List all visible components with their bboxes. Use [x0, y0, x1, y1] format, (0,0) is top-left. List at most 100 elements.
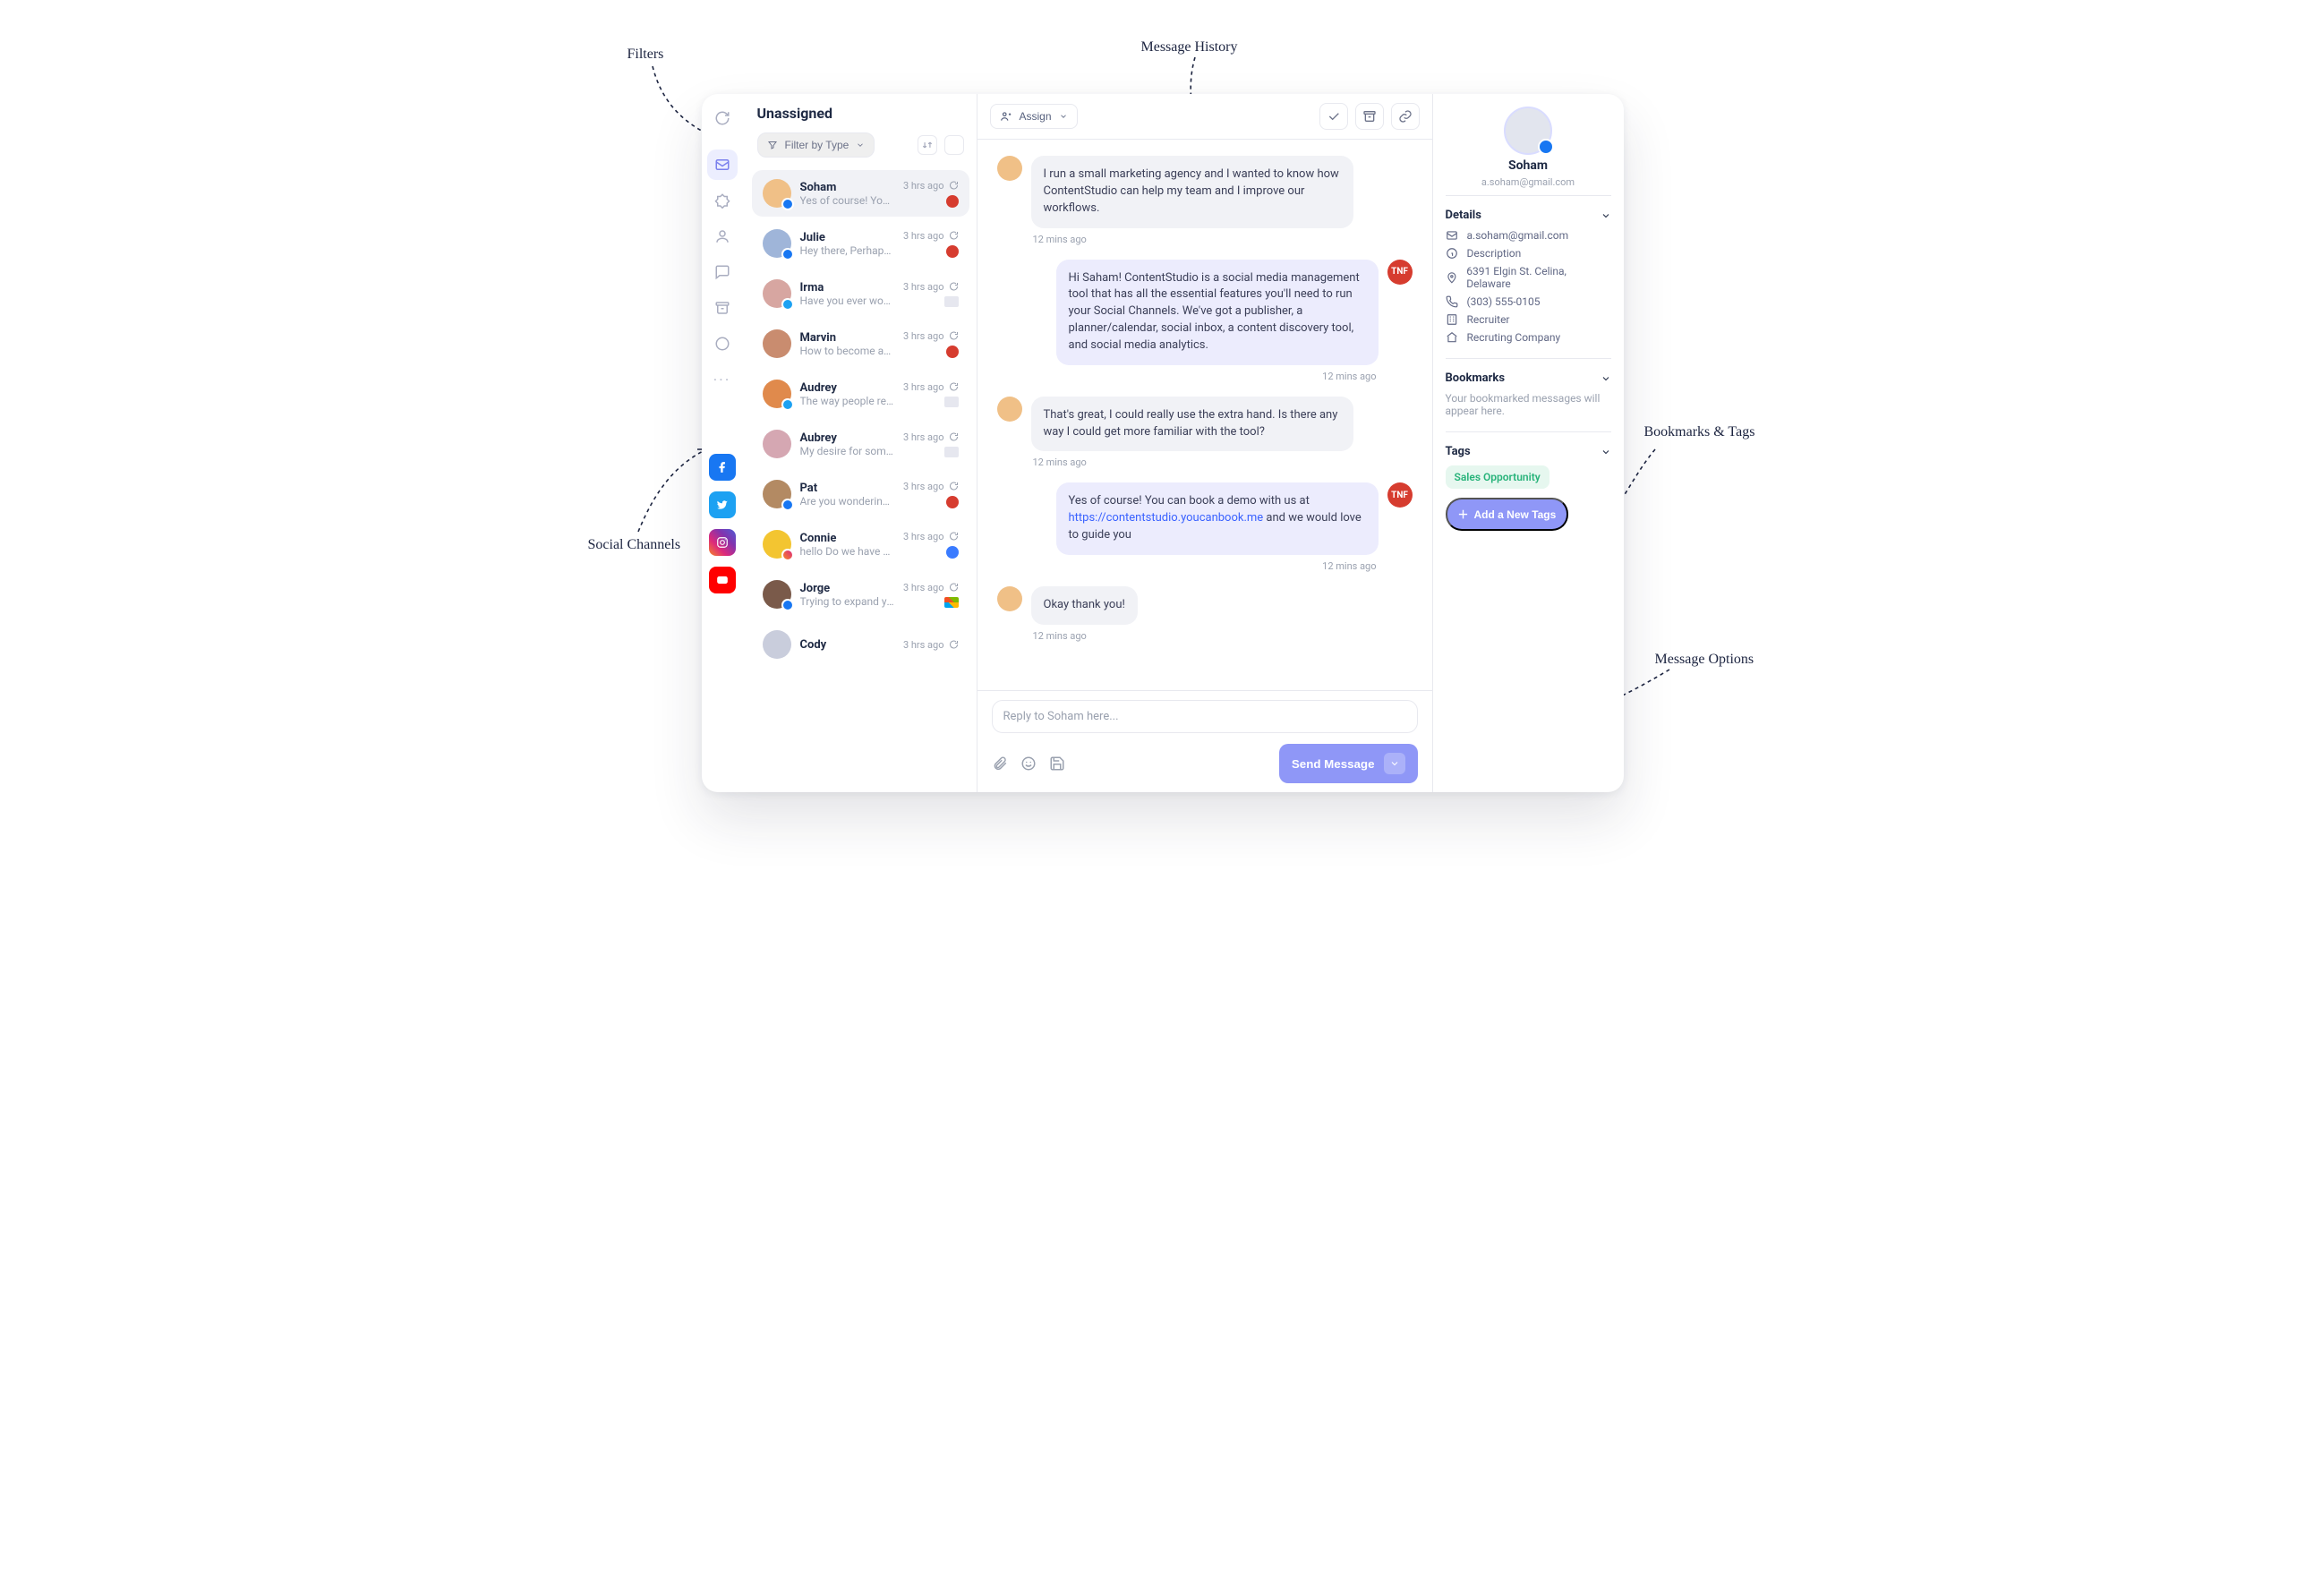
tw-badge-icon [781, 398, 794, 411]
brand-icon [946, 195, 959, 208]
details-panel: Soham a.soham@gmail.com Details a.soham@… [1432, 94, 1624, 792]
instagram-channel-icon[interactable] [709, 529, 736, 556]
save-draft-icon[interactable] [1049, 755, 1065, 772]
annotation-bookmarks: Bookmarks & Tags [1644, 424, 1755, 440]
chevron-down-icon[interactable] [1601, 447, 1611, 457]
brand-icon [946, 346, 959, 358]
send-message-button[interactable]: Send Message [1279, 744, 1418, 783]
conversation-time: 3 hrs ago [903, 230, 959, 242]
brand-icon [946, 245, 959, 258]
bookmarks-empty: Your bookmarked messages will appear her… [1446, 392, 1611, 417]
brand-icon [944, 296, 959, 307]
nav-archive[interactable] [707, 293, 738, 323]
conversation-type-icon [948, 639, 959, 650]
nav-comments[interactable] [707, 257, 738, 287]
conversation-type-icon [948, 531, 959, 542]
sender-avatar [997, 156, 1022, 181]
conversation-preview: Yes of course! You can book... [800, 194, 894, 207]
ig-badge-icon [781, 549, 794, 561]
avatar [763, 630, 791, 659]
conversation-name: Marvin [800, 331, 894, 345]
conversation-item[interactable]: IrmaHave you ever wondered3 hrs ago [752, 270, 969, 317]
message-row: TNFYes of course! You can book a demo wi… [997, 482, 1413, 555]
message-row: That's great, I could really use the ext… [997, 397, 1413, 452]
message-row: Okay thank you! [997, 586, 1413, 625]
home-icon [1446, 331, 1458, 344]
fb-badge-icon [781, 499, 794, 511]
nav-inbox[interactable] [707, 149, 738, 180]
thread-toolbar: Assign [977, 94, 1432, 140]
avatar [763, 179, 791, 208]
conversation-item[interactable]: JulieHey there, Perhaps I could i... 3 hr… [752, 220, 969, 267]
brand-icon [944, 397, 959, 407]
message-timestamp: 12 mins ago [1033, 234, 1413, 245]
brand-icon [946, 546, 959, 559]
add-tag-button[interactable]: ＋ Add a New Tags [1446, 498, 1569, 531]
conversation-preview: The way people reason th [800, 395, 894, 407]
details-phone: (303) 555-0105 [1446, 295, 1611, 308]
conversation-item[interactable]: Cody3 hrs ago [752, 621, 969, 668]
details-description: Description [1446, 247, 1611, 260]
annotation-options: Message Options [1655, 652, 1754, 668]
conversation-item[interactable]: MarvinHow to become an efficie3 hrs ago [752, 320, 969, 367]
nav-people[interactable] [707, 221, 738, 252]
avatar [763, 580, 791, 609]
conversation-time: 3 hrs ago [903, 481, 959, 492]
facebook-badge-icon [1538, 139, 1554, 155]
details-address: 6391 Elgin St. Celina, Delaware [1446, 265, 1611, 290]
nav-rail: ··· [702, 94, 745, 792]
avatar [763, 279, 791, 308]
filter-by-type-button[interactable]: Filter by Type [757, 132, 875, 158]
details-title: Details [1446, 209, 1481, 222]
nav-more[interactable]: ··· [707, 364, 738, 395]
archive-button[interactable] [1355, 103, 1384, 130]
message-thread: Assign I run a small marketing agency an… [977, 94, 1432, 792]
conversation-time: 3 hrs ago [903, 431, 959, 443]
details-section: Details a.soham@gmail.com Description 63… [1446, 195, 1611, 358]
tags-title: Tags [1446, 445, 1471, 458]
reply-input[interactable]: Reply to Soham here... [992, 700, 1418, 733]
conversation-items: SohamYes of course! You can book...3 hrs… [745, 166, 977, 792]
conversation-item[interactable]: AudreyThe way people reason th3 hrs ago [752, 371, 969, 417]
archive-icon [1362, 109, 1377, 124]
conversation-time: 3 hrs ago [903, 180, 959, 192]
details-email: a.soham@gmail.com [1446, 229, 1611, 242]
twitter-channel-icon[interactable] [709, 491, 736, 518]
check-icon [1327, 109, 1341, 124]
conversation-item[interactable]: AubreyMy desire for something3 hrs ago [752, 421, 969, 467]
phone-icon [1446, 295, 1458, 308]
sort-button[interactable] [918, 135, 937, 155]
nav-prospects[interactable] [707, 185, 738, 216]
conversation-name: Pat [800, 482, 894, 495]
conversation-item[interactable]: JorgeTrying to expand your bus3 hrs ago [752, 571, 969, 618]
tag-chip[interactable]: Sales Opportunity [1446, 465, 1549, 489]
conversation-item[interactable]: SohamYes of course! You can book...3 hrs… [752, 170, 969, 217]
conversation-item[interactable]: PatAre you wondering how3 hrs ago [752, 471, 969, 517]
youtube-channel-icon[interactable] [709, 567, 736, 593]
social-channels [709, 454, 736, 593]
conversation-time: 3 hrs ago [903, 582, 959, 593]
conversation-preview: Hey there, Perhaps I could i... [800, 244, 894, 257]
assign-button[interactable]: Assign [990, 104, 1078, 129]
conversation-time: 3 hrs ago [903, 639, 959, 651]
refresh-icon[interactable] [707, 103, 738, 133]
conversation-type-icon [948, 180, 959, 191]
select-all-checkbox[interactable] [944, 135, 964, 155]
conversation-type-icon [948, 431, 959, 442]
chevron-down-icon[interactable] [1601, 373, 1611, 384]
message-bubble: I run a small marketing agency and I wan… [1031, 156, 1353, 228]
emoji-icon[interactable] [1020, 755, 1037, 772]
attachment-icon[interactable] [992, 755, 1008, 772]
conversation-item[interactable]: Conniehello Do we have any update h...3 … [752, 521, 969, 568]
send-split-icon[interactable] [1384, 753, 1405, 774]
link-button[interactable] [1391, 103, 1420, 130]
nav-chat[interactable] [707, 329, 738, 359]
avatar [763, 380, 791, 408]
send-label: Send Message [1292, 757, 1375, 771]
add-tag-label: Add a New Tags [1474, 508, 1557, 521]
mark-done-button[interactable] [1319, 103, 1348, 130]
facebook-channel-icon[interactable] [709, 454, 736, 481]
chevron-down-icon[interactable] [1601, 210, 1611, 221]
conversation-name: Julie [800, 231, 894, 244]
message-row: TNFHi Saham! ContentStudio is a social m… [997, 260, 1413, 365]
